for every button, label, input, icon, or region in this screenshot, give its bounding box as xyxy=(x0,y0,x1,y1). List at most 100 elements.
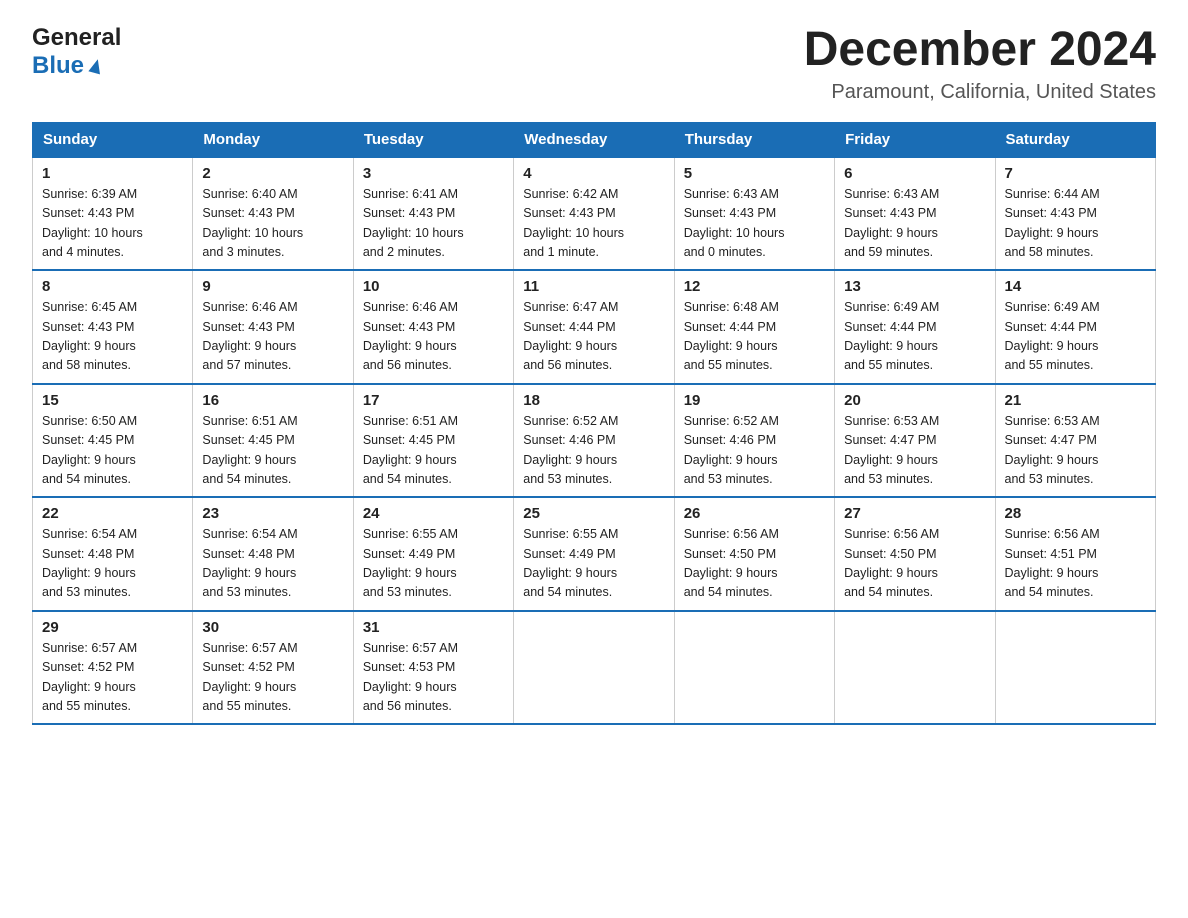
calendar-day-cell: 14 Sunrise: 6:49 AMSunset: 4:44 PMDaylig… xyxy=(995,270,1155,384)
day-number: 23 xyxy=(202,505,343,522)
calendar-day-cell: 28 Sunrise: 6:56 AMSunset: 4:51 PMDaylig… xyxy=(995,497,1155,611)
calendar-day-cell: 31 Sunrise: 6:57 AMSunset: 4:53 PMDaylig… xyxy=(353,611,513,725)
day-number: 25 xyxy=(523,505,664,522)
weekday-header-tuesday: Tuesday xyxy=(353,122,513,157)
calendar-day-cell: 24 Sunrise: 6:55 AMSunset: 4:49 PMDaylig… xyxy=(353,497,513,611)
day-info: Sunrise: 6:50 AMSunset: 4:45 PMDaylight:… xyxy=(42,414,137,486)
logo-blue: Blue xyxy=(32,52,121,80)
calendar-day-cell: 16 Sunrise: 6:51 AMSunset: 4:45 PMDaylig… xyxy=(193,384,353,498)
calendar-day-cell: 15 Sunrise: 6:50 AMSunset: 4:45 PMDaylig… xyxy=(33,384,193,498)
day-number: 9 xyxy=(202,278,343,295)
calendar-day-cell: 5 Sunrise: 6:43 AMSunset: 4:43 PMDayligh… xyxy=(674,157,834,271)
day-info: Sunrise: 6:52 AMSunset: 4:46 PMDaylight:… xyxy=(684,414,779,486)
calendar-day-cell: 10 Sunrise: 6:46 AMSunset: 4:43 PMDaylig… xyxy=(353,270,513,384)
weekday-header-thursday: Thursday xyxy=(674,122,834,157)
day-info: Sunrise: 6:56 AMSunset: 4:50 PMDaylight:… xyxy=(844,527,939,599)
weekday-header-sunday: Sunday xyxy=(33,122,193,157)
day-number: 10 xyxy=(363,278,504,295)
calendar-day-cell: 22 Sunrise: 6:54 AMSunset: 4:48 PMDaylig… xyxy=(33,497,193,611)
day-number: 2 xyxy=(202,165,343,182)
weekday-header-monday: Monday xyxy=(193,122,353,157)
day-number: 17 xyxy=(363,392,504,409)
day-number: 27 xyxy=(844,505,985,522)
day-number: 7 xyxy=(1005,165,1146,182)
day-info: Sunrise: 6:45 AMSunset: 4:43 PMDaylight:… xyxy=(42,300,137,372)
calendar-day-cell: 17 Sunrise: 6:51 AMSunset: 4:45 PMDaylig… xyxy=(353,384,513,498)
day-number: 14 xyxy=(1005,278,1146,295)
calendar-title: December 2024 xyxy=(804,24,1156,77)
empty-day-cell xyxy=(835,611,995,725)
day-info: Sunrise: 6:54 AMSunset: 4:48 PMDaylight:… xyxy=(42,527,137,599)
day-info: Sunrise: 6:51 AMSunset: 4:45 PMDaylight:… xyxy=(363,414,458,486)
day-number: 8 xyxy=(42,278,183,295)
calendar-day-cell: 23 Sunrise: 6:54 AMSunset: 4:48 PMDaylig… xyxy=(193,497,353,611)
calendar-week-row: 1 Sunrise: 6:39 AMSunset: 4:43 PMDayligh… xyxy=(33,157,1156,271)
calendar-week-row: 8 Sunrise: 6:45 AMSunset: 4:43 PMDayligh… xyxy=(33,270,1156,384)
calendar-day-cell: 4 Sunrise: 6:42 AMSunset: 4:43 PMDayligh… xyxy=(514,157,674,271)
calendar-day-cell: 1 Sunrise: 6:39 AMSunset: 4:43 PMDayligh… xyxy=(33,157,193,271)
day-info: Sunrise: 6:41 AMSunset: 4:43 PMDaylight:… xyxy=(363,187,464,259)
day-info: Sunrise: 6:42 AMSunset: 4:43 PMDaylight:… xyxy=(523,187,624,259)
day-info: Sunrise: 6:46 AMSunset: 4:43 PMDaylight:… xyxy=(202,300,297,372)
weekday-header-wednesday: Wednesday xyxy=(514,122,674,157)
day-info: Sunrise: 6:43 AMSunset: 4:43 PMDaylight:… xyxy=(844,187,939,259)
day-number: 20 xyxy=(844,392,985,409)
day-number: 4 xyxy=(523,165,664,182)
day-info: Sunrise: 6:55 AMSunset: 4:49 PMDaylight:… xyxy=(523,527,618,599)
calendar-day-cell: 21 Sunrise: 6:53 AMSunset: 4:47 PMDaylig… xyxy=(995,384,1155,498)
day-number: 26 xyxy=(684,505,825,522)
calendar-day-cell: 8 Sunrise: 6:45 AMSunset: 4:43 PMDayligh… xyxy=(33,270,193,384)
day-number: 15 xyxy=(42,392,183,409)
empty-day-cell xyxy=(514,611,674,725)
day-number: 31 xyxy=(363,619,504,636)
day-info: Sunrise: 6:39 AMSunset: 4:43 PMDaylight:… xyxy=(42,187,143,259)
day-info: Sunrise: 6:57 AMSunset: 4:52 PMDaylight:… xyxy=(202,641,297,713)
day-info: Sunrise: 6:46 AMSunset: 4:43 PMDaylight:… xyxy=(363,300,458,372)
calendar-day-cell: 3 Sunrise: 6:41 AMSunset: 4:43 PMDayligh… xyxy=(353,157,513,271)
day-info: Sunrise: 6:57 AMSunset: 4:52 PMDaylight:… xyxy=(42,641,137,713)
day-info: Sunrise: 6:48 AMSunset: 4:44 PMDaylight:… xyxy=(684,300,779,372)
day-info: Sunrise: 6:56 AMSunset: 4:51 PMDaylight:… xyxy=(1005,527,1100,599)
logo-general: General xyxy=(32,24,121,52)
day-info: Sunrise: 6:53 AMSunset: 4:47 PMDaylight:… xyxy=(1005,414,1100,486)
calendar-week-row: 22 Sunrise: 6:54 AMSunset: 4:48 PMDaylig… xyxy=(33,497,1156,611)
page-header: General Blue December 2024 Paramount, Ca… xyxy=(32,24,1156,104)
day-number: 13 xyxy=(844,278,985,295)
calendar-location: Paramount, California, United States xyxy=(804,81,1156,104)
calendar-day-cell: 26 Sunrise: 6:56 AMSunset: 4:50 PMDaylig… xyxy=(674,497,834,611)
day-number: 24 xyxy=(363,505,504,522)
day-info: Sunrise: 6:43 AMSunset: 4:43 PMDaylight:… xyxy=(684,187,785,259)
day-info: Sunrise: 6:53 AMSunset: 4:47 PMDaylight:… xyxy=(844,414,939,486)
calendar-day-cell: 18 Sunrise: 6:52 AMSunset: 4:46 PMDaylig… xyxy=(514,384,674,498)
day-info: Sunrise: 6:54 AMSunset: 4:48 PMDaylight:… xyxy=(202,527,297,599)
calendar-day-cell: 29 Sunrise: 6:57 AMSunset: 4:52 PMDaylig… xyxy=(33,611,193,725)
day-number: 18 xyxy=(523,392,664,409)
title-section: December 2024 Paramount, California, Uni… xyxy=(804,24,1156,104)
day-info: Sunrise: 6:56 AMSunset: 4:50 PMDaylight:… xyxy=(684,527,779,599)
calendar-day-cell: 25 Sunrise: 6:55 AMSunset: 4:49 PMDaylig… xyxy=(514,497,674,611)
day-info: Sunrise: 6:44 AMSunset: 4:43 PMDaylight:… xyxy=(1005,187,1100,259)
day-info: Sunrise: 6:40 AMSunset: 4:43 PMDaylight:… xyxy=(202,187,303,259)
calendar-day-cell: 7 Sunrise: 6:44 AMSunset: 4:43 PMDayligh… xyxy=(995,157,1155,271)
calendar-table: SundayMondayTuesdayWednesdayThursdayFrid… xyxy=(32,122,1156,726)
calendar-week-row: 15 Sunrise: 6:50 AMSunset: 4:45 PMDaylig… xyxy=(33,384,1156,498)
calendar-day-cell: 13 Sunrise: 6:49 AMSunset: 4:44 PMDaylig… xyxy=(835,270,995,384)
calendar-day-cell: 30 Sunrise: 6:57 AMSunset: 4:52 PMDaylig… xyxy=(193,611,353,725)
calendar-week-row: 29 Sunrise: 6:57 AMSunset: 4:52 PMDaylig… xyxy=(33,611,1156,725)
day-number: 5 xyxy=(684,165,825,182)
day-info: Sunrise: 6:47 AMSunset: 4:44 PMDaylight:… xyxy=(523,300,618,372)
day-number: 11 xyxy=(523,278,664,295)
calendar-day-cell: 11 Sunrise: 6:47 AMSunset: 4:44 PMDaylig… xyxy=(514,270,674,384)
day-number: 28 xyxy=(1005,505,1146,522)
empty-day-cell xyxy=(995,611,1155,725)
weekday-header-friday: Friday xyxy=(835,122,995,157)
day-number: 21 xyxy=(1005,392,1146,409)
calendar-day-cell: 2 Sunrise: 6:40 AMSunset: 4:43 PMDayligh… xyxy=(193,157,353,271)
calendar-day-cell: 9 Sunrise: 6:46 AMSunset: 4:43 PMDayligh… xyxy=(193,270,353,384)
day-number: 29 xyxy=(42,619,183,636)
day-info: Sunrise: 6:49 AMSunset: 4:44 PMDaylight:… xyxy=(844,300,939,372)
calendar-day-cell: 27 Sunrise: 6:56 AMSunset: 4:50 PMDaylig… xyxy=(835,497,995,611)
logo-triangle-icon xyxy=(86,55,106,75)
calendar-day-cell: 19 Sunrise: 6:52 AMSunset: 4:46 PMDaylig… xyxy=(674,384,834,498)
day-number: 12 xyxy=(684,278,825,295)
